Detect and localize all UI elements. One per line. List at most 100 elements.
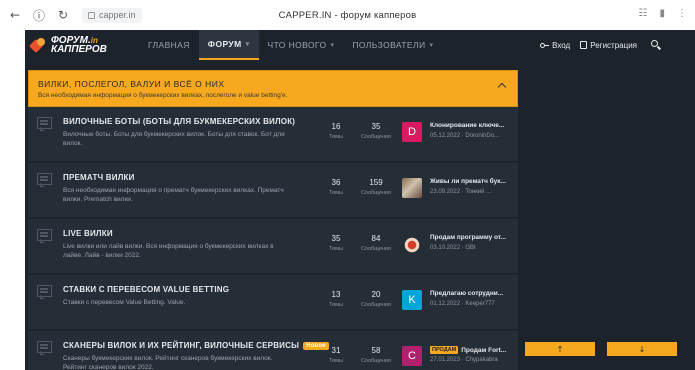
messages-label: Сообщения (361, 190, 391, 196)
last-post-title-link[interactable]: Продам Fort... (461, 347, 506, 354)
site-logo[interactable]: ФОРУМ.in КАППЕРОВ (31, 32, 131, 58)
page-left-margin (0, 30, 25, 370)
messages-count: 159 (369, 178, 383, 187)
forum-description: Вся необходимая информация о прематч бук… (63, 187, 284, 203)
messages-label: Сообщения (361, 358, 391, 364)
login-link[interactable]: Вход (540, 41, 570, 50)
prefix-badge[interactable]: ПРОДАМ (430, 346, 459, 354)
category-description: Вся необходимая информация о букмекерски… (38, 92, 288, 99)
avatar[interactable]: C (402, 346, 422, 366)
forum-icon (37, 285, 52, 299)
forum-row: LIVE ВИЛКИ Live вилки или лайв вилки. Вс… (28, 219, 518, 274)
last-post-meta[interactable]: 01.12.2022 · Keeper777 (430, 301, 495, 307)
topics-count: 35 (331, 234, 341, 243)
last-post-meta[interactable]: 03.10.2022 · GBI (430, 245, 476, 251)
topics-count: 13 (331, 290, 341, 299)
topics-label: Темы (329, 134, 343, 140)
forum-icon (37, 173, 52, 187)
main-content: ВИЛКИ, ПОСЛЕГОЛ, ВАЛУИ И ВСЁ О НИХ Вся н… (25, 60, 695, 370)
topics-label: Темы (329, 302, 343, 308)
last-post-meta[interactable]: 23.09.2022 · Тонкий ... (430, 189, 491, 195)
forum-icon (37, 117, 52, 131)
search-icon[interactable] (651, 40, 661, 50)
category-header[interactable]: ВИЛКИ, ПОСЛЕГОЛ, ВАЛУИ И ВСЁ О НИХ Вся н… (28, 70, 518, 107)
last-post-title-link[interactable]: Продам программу от... (430, 234, 506, 241)
forum-row: СТАВКИ С ПЕРЕВЕСОМ VALUE BETTING Ставки … (28, 275, 518, 330)
back-arrow-icon[interactable]: ← (8, 8, 22, 22)
scroll-to-top-button[interactable]: ↑ (525, 342, 595, 356)
chevron-down-icon[interactable]: ▾ (246, 40, 250, 48)
menu-icon[interactable]: ⋮ (677, 8, 687, 19)
avatar[interactable] (402, 234, 422, 254)
login-label: Вход (552, 40, 571, 50)
forum-title-link[interactable]: СТАВКИ С ПЕРЕВЕСОМ VALUE BETTING (63, 285, 229, 294)
messages-count: 35 (371, 122, 381, 131)
forum-description: Live вилки или лайв вилки. Вся информаци… (63, 243, 274, 259)
avatar-letter: C (408, 350, 416, 362)
avatar[interactable]: D (402, 122, 422, 142)
topics-label: Темы (329, 190, 343, 196)
register-label: Регистрация (590, 40, 637, 50)
nav-tab-whats-new[interactable]: ЧТО НОВОГО ▾ (259, 30, 344, 60)
key-icon (540, 42, 550, 48)
nav-tab-home[interactable]: ГЛАВНАЯ (139, 30, 199, 60)
register-icon (580, 41, 588, 49)
messages-count: 58 (371, 346, 381, 355)
forum-description: Ставки с перевесом Value Betting. Valuе. (63, 299, 186, 306)
forum-title-link[interactable]: LIVE ВИЛКИ (63, 229, 113, 238)
topics-count: 31 (331, 346, 341, 355)
last-post-title-link[interactable]: Клонирование ключе... (430, 122, 504, 129)
messages-label: Сообщения (361, 302, 391, 308)
forum-title-link[interactable]: СКАНЕРЫ ВИЛОК И ИХ РЕЙТИНГ, ВИЛОЧНЫЕ СЕР… (63, 341, 299, 350)
nav-tab-label: ГЛАВНАЯ (148, 40, 190, 50)
forum-description: Вилочные боты. Боты для букмекерских вил… (63, 131, 285, 147)
avatar[interactable] (402, 178, 422, 198)
topics-count: 36 (331, 178, 341, 187)
last-post-title-link[interactable]: Предлагаю сотрудни... (430, 290, 503, 297)
forum-title-link[interactable]: ПРЕМАТЧ ВИЛКИ (63, 173, 135, 182)
nav-tab-label: ПОЛЬЗОВАТЕЛИ (352, 40, 426, 50)
avatar[interactable]: K (402, 290, 422, 310)
arrow-up-icon: ↑ (556, 344, 564, 354)
forum-category-panel: ВИЛКИ, ПОСЛЕГОЛ, ВАЛУИ И ВСЁ О НИХ Вся н… (28, 70, 518, 370)
forum-description: Сканеры букмекерских вилок. Рейтинг скан… (63, 355, 273, 370)
nav-tab-forum[interactable]: ФОРУМ ▾ (198, 30, 259, 60)
forum-row: ВИЛОЧНЫЕ БОТЫ (БОТЫ ДЛЯ БУКМЕКЕРСКИХ ВИЛ… (28, 107, 518, 162)
forum-row: СКАНЕРЫ ВИЛОК И ИХ РЕЙТИНГ, ВИЛОЧНЫЕ СЕР… (28, 331, 518, 370)
scroll-to-bottom-button[interactable]: ↓ (607, 342, 677, 356)
topics-label: Темы (329, 246, 343, 252)
avatar-letter: K (408, 294, 416, 306)
register-link[interactable]: Регистрация (580, 41, 637, 50)
nav-tab-label: ФОРУМ (207, 39, 242, 49)
nav-tab-users[interactable]: ПОЛЬЗОВАТЕЛИ ▾ (343, 30, 442, 60)
category-title[interactable]: ВИЛКИ, ПОСЛЕГОЛ, ВАЛУИ И ВСЁ О НИХ (38, 79, 225, 89)
logo-text-line2: КАППЕРОВ (51, 44, 107, 55)
address-bar[interactable]: capper.in (82, 8, 142, 23)
browser-toolbar: ← ⓘ ↻ capper.in CAPPER.IN - форум каппер… (0, 0, 695, 30)
reload-icon[interactable]: ↻ (56, 8, 70, 22)
site-header: ФОРУМ.in КАППЕРОВ ГЛАВНАЯ ФОРУМ ▾ ЧТО НО… (25, 30, 695, 60)
last-post-title-link[interactable]: Живы ли прематч бук... (430, 178, 506, 185)
chevron-down-icon[interactable]: ▾ (330, 41, 334, 49)
forum-icon (37, 341, 52, 355)
last-post-meta[interactable]: 05.12.2022 · DoroninDo... (430, 133, 499, 139)
last-post-meta[interactable]: 27.01.2023 · Chypakabra (430, 357, 498, 363)
nav-tab-label: ЧТО НОВОГО (267, 40, 327, 50)
topics-label: Темы (329, 358, 343, 364)
logo-mark-icon (31, 37, 47, 53)
messages-count: 20 (371, 290, 381, 299)
forum-row: ПРЕМАТЧ ВИЛКИ Вся необходимая информация… (28, 163, 518, 218)
arrow-down-icon: ↓ (638, 344, 646, 354)
address-text: capper.in (99, 10, 136, 20)
forum-title-link[interactable]: ВИЛОЧНЫЕ БОТЫ (БОТЫ ДЛЯ БУКМЕКЕРСКИХ ВИЛ… (63, 117, 295, 126)
collapse-chevron-icon[interactable] (497, 82, 507, 92)
messages-count: 84 (371, 234, 381, 243)
forum-icon (37, 229, 52, 243)
chevron-down-icon[interactable]: ▾ (429, 41, 433, 49)
reader-mode-icon[interactable]: ☷ (639, 8, 648, 19)
messages-label: Сообщения (361, 134, 391, 140)
bookmark-icon[interactable]: ▮ (659, 8, 665, 19)
site-info-icon[interactable]: ⓘ (32, 7, 46, 24)
messages-label: Сообщения (361, 246, 391, 252)
lock-icon (88, 12, 95, 19)
